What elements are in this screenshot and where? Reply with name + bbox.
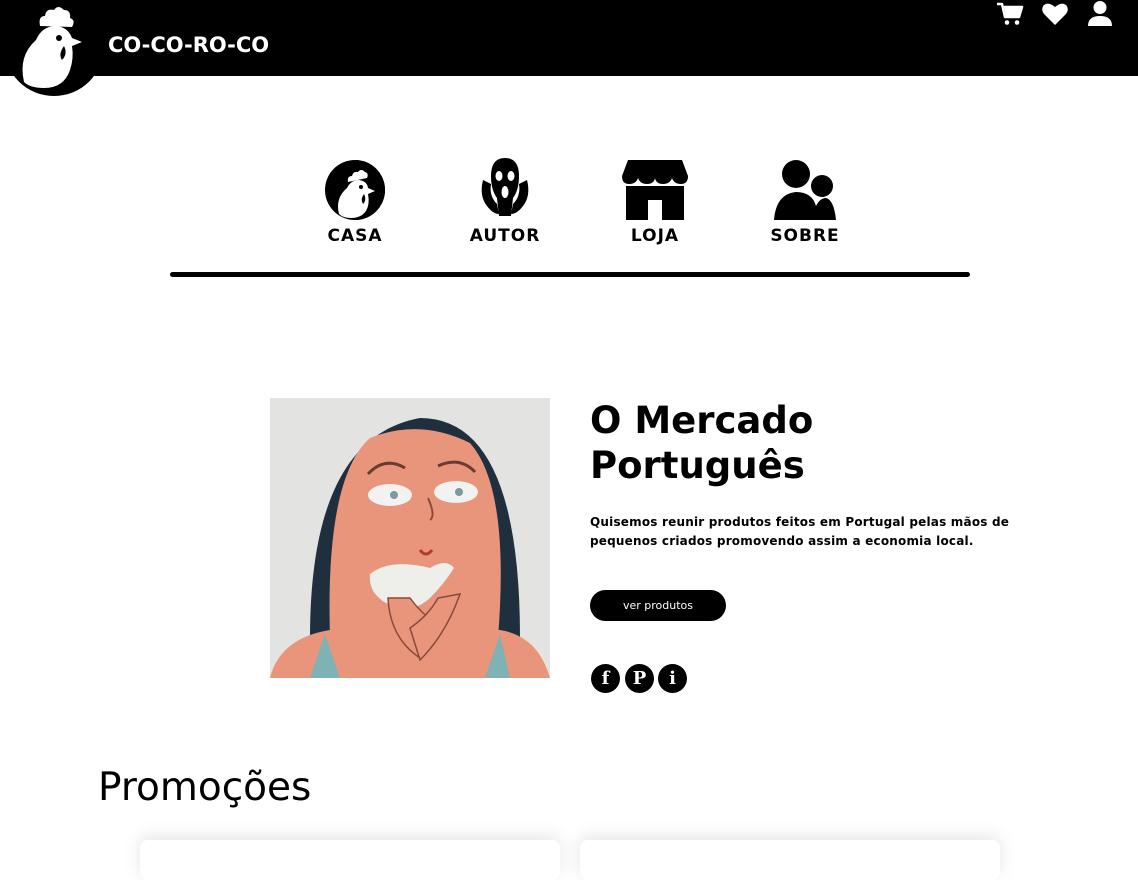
scream-face-icon [481,158,529,216]
hero-description: Quisemos reunir produtos feitos em Portu… [590,515,1010,548]
nav-item-sobre[interactable]: SOBRE [730,156,880,246]
rooster-logo-icon [22,7,82,88]
heart-icon[interactable] [1041,0,1071,30]
facebook-icon[interactable]: f [591,664,620,693]
rooster-circle-icon [325,160,385,220]
nav-label-autor: AUTOR [469,226,541,246]
hero-image [270,398,550,678]
user-icon[interactable] [1087,0,1117,30]
people-icon [774,160,836,220]
top-bar: CO-CO-RO-CO [0,0,1138,96]
nav-label-sobre: SOBRE [770,226,840,246]
nav-item-casa[interactable]: CASA [280,156,430,246]
nav-item-loja[interactable]: LOJA [580,156,730,246]
hero-title: O Mercado Português [590,399,814,487]
nav-divider [170,272,970,277]
logo[interactable] [4,0,104,96]
nav-label-casa: CASA [327,226,383,246]
storefront-icon [622,160,688,220]
promo-card[interactable] [580,840,1000,880]
nav-item-autor[interactable]: AUTOR [430,156,580,246]
promo-card[interactable] [140,840,560,880]
brand-name[interactable]: CO-CO-RO-CO [108,33,269,57]
nav-label-loja: LOJA [630,226,680,246]
main-nav: CASA AUTOR LOJA SOBRE [170,156,970,256]
pinterest-icon[interactable]: P [625,664,654,693]
cart-icon[interactable] [996,0,1026,30]
view-products-button[interactable]: ver produtos [590,590,726,621]
promotions-title: Promoções [98,765,312,810]
info-icon[interactable]: i [658,664,687,693]
